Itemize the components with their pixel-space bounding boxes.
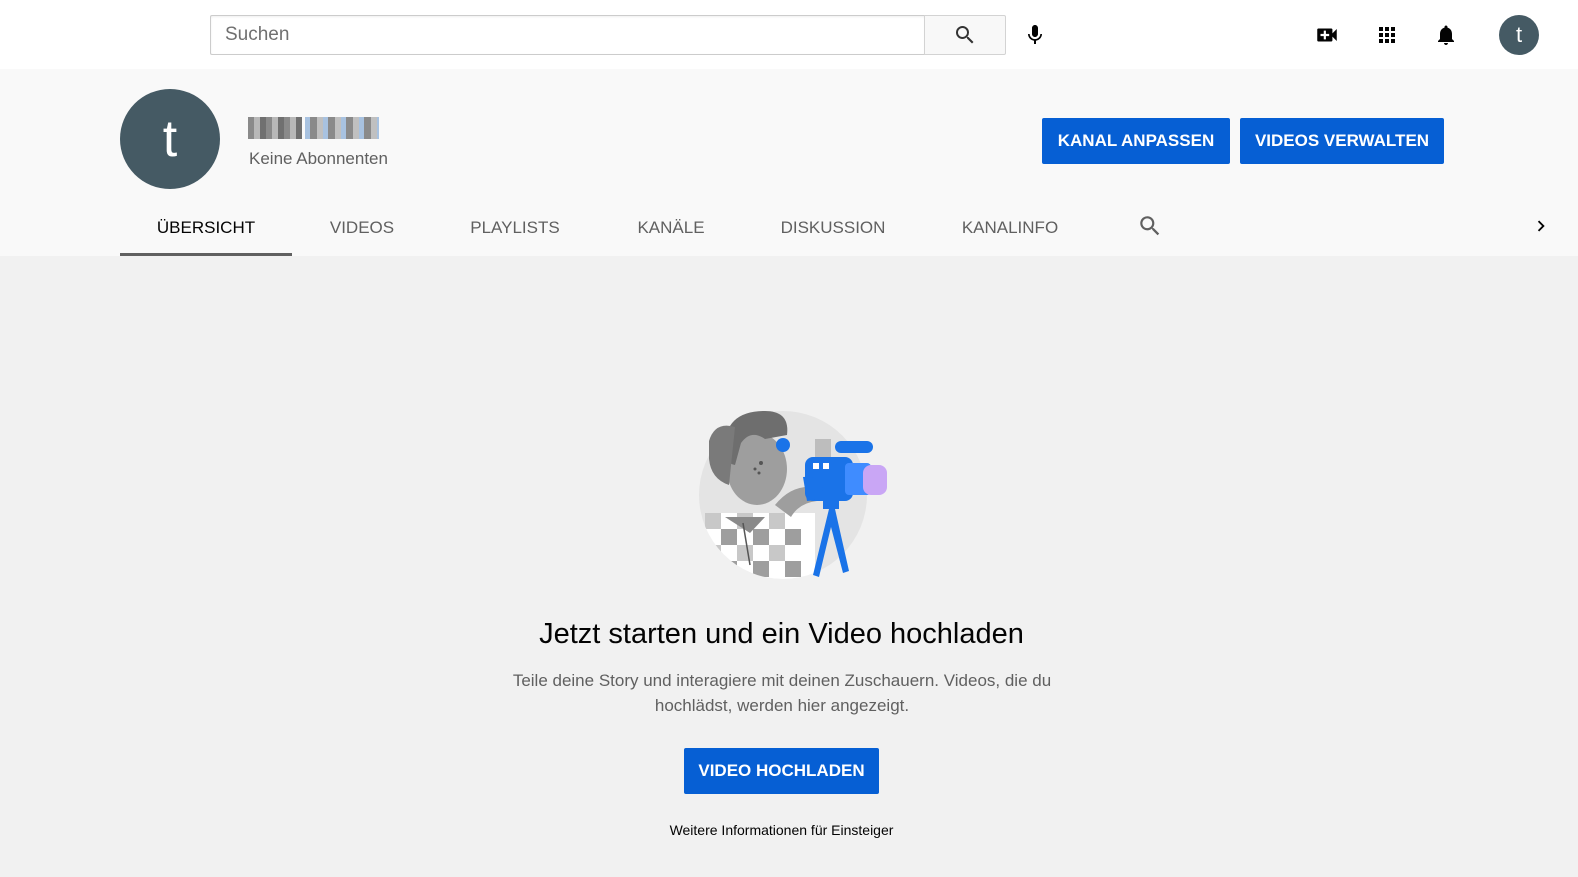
notifications-button[interactable] [1426, 15, 1466, 55]
create-video-icon [1317, 28, 1337, 42]
channel-avatar: t [120, 89, 220, 189]
search-field[interactable] [210, 15, 925, 55]
empty-state-description: Teile deine Story und interagiere mit de… [512, 671, 1052, 715]
upload-video-button[interactable]: VIDEO HOCHLADEN [684, 748, 879, 794]
chevron-right-icon [1537, 220, 1545, 232]
tab-videos[interactable]: VIDEOS [292, 199, 432, 256]
notifications-bell-icon [1438, 25, 1454, 45]
empty-state-title: Jetzt starten und ein Video hochladen [539, 618, 1024, 650]
beginner-info-link[interactable]: Weitere Informationen für Einsteiger [0, 822, 1563, 838]
search-icon [1140, 216, 1160, 236]
create-button[interactable] [1307, 15, 1347, 55]
tab-channels[interactable]: KANÄLE [598, 199, 744, 256]
search-button[interactable] [924, 15, 1006, 55]
masthead: t [0, 0, 1578, 69]
search-input[interactable] [211, 16, 925, 54]
manage-videos-button[interactable]: VIDEOS VERWALTEN [1240, 118, 1444, 164]
channel-tabs: ÜBERSICHT VIDEOS PLAYLISTS KANÄLE DISKUS… [120, 199, 1098, 256]
mic-icon [1028, 25, 1042, 44]
customize-channel-button[interactable]: KANAL ANPASSEN [1042, 118, 1230, 164]
voice-search-button[interactable] [1015, 15, 1055, 55]
apps-button[interactable] [1367, 15, 1407, 55]
tab-playlists[interactable]: PLAYLISTS [432, 199, 598, 256]
apps-grid-icon [1379, 27, 1395, 43]
channel-search-button[interactable] [1130, 206, 1170, 246]
subscriber-count: Keine Abonnenten [249, 149, 388, 168]
tab-discussion[interactable]: DISKUSSION [744, 199, 922, 256]
camera-operator-illustration [699, 411, 887, 579]
tab-overview[interactable]: ÜBERSICHT [120, 199, 292, 256]
tabs-next-button[interactable] [1525, 206, 1557, 246]
account-avatar[interactable]: t [1499, 15, 1539, 55]
channel-header: t Keine Abonnenten KANAL ANPASSEN VIDEOS… [0, 69, 1578, 256]
channel-name-redacted [248, 117, 382, 139]
tab-about[interactable]: KANALINFO [922, 199, 1098, 256]
search-icon [956, 26, 974, 44]
